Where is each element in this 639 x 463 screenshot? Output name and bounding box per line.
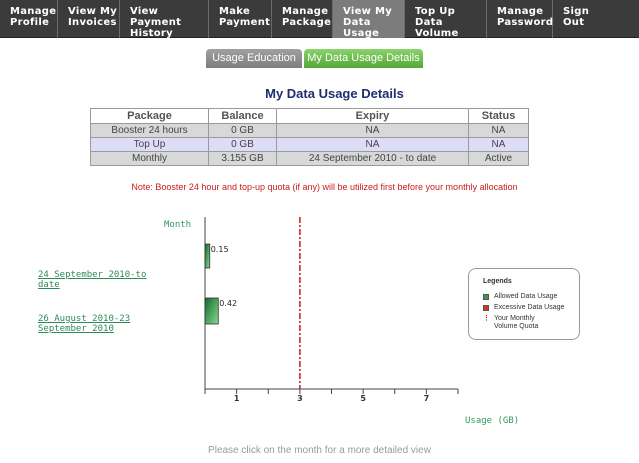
page-title: My Data Usage Details: [265, 86, 404, 101]
usage-chart: 1 3 5 7 0.15 0.42: [204, 217, 459, 403]
table-cell: Active: [468, 151, 529, 166]
x-tick-label: 3: [297, 394, 303, 403]
nav-item-4[interactable]: Manage Package: [272, 0, 333, 38]
chart-x-axis-label: Usage (GB): [465, 416, 520, 426]
month-link-current[interactable]: 24 September 2010-to date: [38, 270, 168, 290]
table-cell: 0 GB: [208, 137, 277, 152]
table-cell: 24 September 2010 - to date: [276, 151, 469, 166]
column-header-balance: Balance: [208, 108, 277, 124]
top-navigation: Manage Profile View My Invoices View Payme…: [0, 0, 639, 39]
chart-y-axis-label: Month: [164, 220, 192, 230]
nav-item-8[interactable]: Sign Out: [553, 0, 639, 38]
footer-hint: Please click on the month for a more det…: [208, 445, 431, 456]
table-cell: 0 GB: [208, 123, 277, 138]
x-tick-label: 7: [424, 394, 430, 403]
nav-item-2[interactable]: View Payment History: [120, 0, 209, 39]
tab-data-usage-details[interactable]: My Data Usage Details: [304, 49, 423, 68]
quota-note: Note: Booster 24 hour and top-up quota (…: [131, 182, 518, 192]
nav-item-0[interactable]: Manage Profile: [0, 0, 58, 38]
table-cell: Top Up: [90, 137, 209, 152]
nav-item-6[interactable]: Top Up Data Volume: [405, 0, 487, 39]
usage-bar: [204, 297, 219, 325]
bar-data-label: 0.15: [211, 245, 229, 254]
month-link-previous[interactable]: 26 August 2010-23 September 2010: [38, 314, 178, 334]
table-cell: NA: [468, 123, 529, 138]
legend-dash-quota-icon: ⋮: [483, 315, 490, 322]
table-cell: NA: [276, 137, 469, 152]
column-header-status: Status: [468, 108, 529, 124]
table-cell: NA: [276, 123, 469, 138]
legend-swatch-excessive: [483, 305, 489, 311]
legend-label: Excessive Data Usage: [494, 304, 565, 311]
bar-data-label: 0.42: [219, 299, 237, 308]
column-header-package: Package: [90, 108, 209, 124]
table-cell: Monthly: [90, 151, 209, 166]
nav-item-7[interactable]: Manage Password: [487, 0, 553, 38]
legend-label: Allowed Data Usage: [494, 293, 558, 300]
legend-label: Your Monthly Volume Quota: [494, 315, 539, 330]
nav-item-3[interactable]: Make Payment: [209, 0, 272, 38]
package-table: Package Balance Expiry Status Booster 24…: [90, 108, 529, 166]
table-cell: 3.155 GB: [208, 151, 277, 166]
legend-item-quota: ⋮ Your Monthly Volume Quota: [483, 315, 557, 331]
table-cell: Booster 24 hours: [90, 123, 209, 138]
legend-item-excessive: Excessive Data Usage: [483, 304, 564, 311]
table-header-row: Package Balance Expiry Status: [90, 108, 529, 124]
x-tick-label: 1: [234, 394, 240, 403]
tab-usage-education[interactable]: Usage Education: [206, 49, 302, 68]
table-row: Top Up 0 GB NA NA: [90, 137, 529, 152]
legend-item-allowed: Allowed Data Usage: [483, 293, 557, 300]
legend-title: Legends: [483, 278, 512, 285]
usage-bar: [204, 243, 211, 269]
x-tick-label: 5: [360, 394, 366, 403]
legend-swatch-allowed: [483, 294, 489, 300]
chart-legend: Legends Allowed Data Usage Excessive Dat…: [468, 268, 580, 340]
column-header-expiry: Expiry: [276, 108, 469, 124]
table-row: Monthly 3.155 GB 24 September 2010 - to …: [90, 151, 529, 166]
nav-item-1[interactable]: View My Invoices: [58, 0, 120, 38]
nav-item-5[interactable]: View My Data Usage: [333, 0, 405, 39]
table-cell: NA: [468, 137, 529, 152]
table-row: Booster 24 hours 0 GB NA NA: [90, 123, 529, 138]
